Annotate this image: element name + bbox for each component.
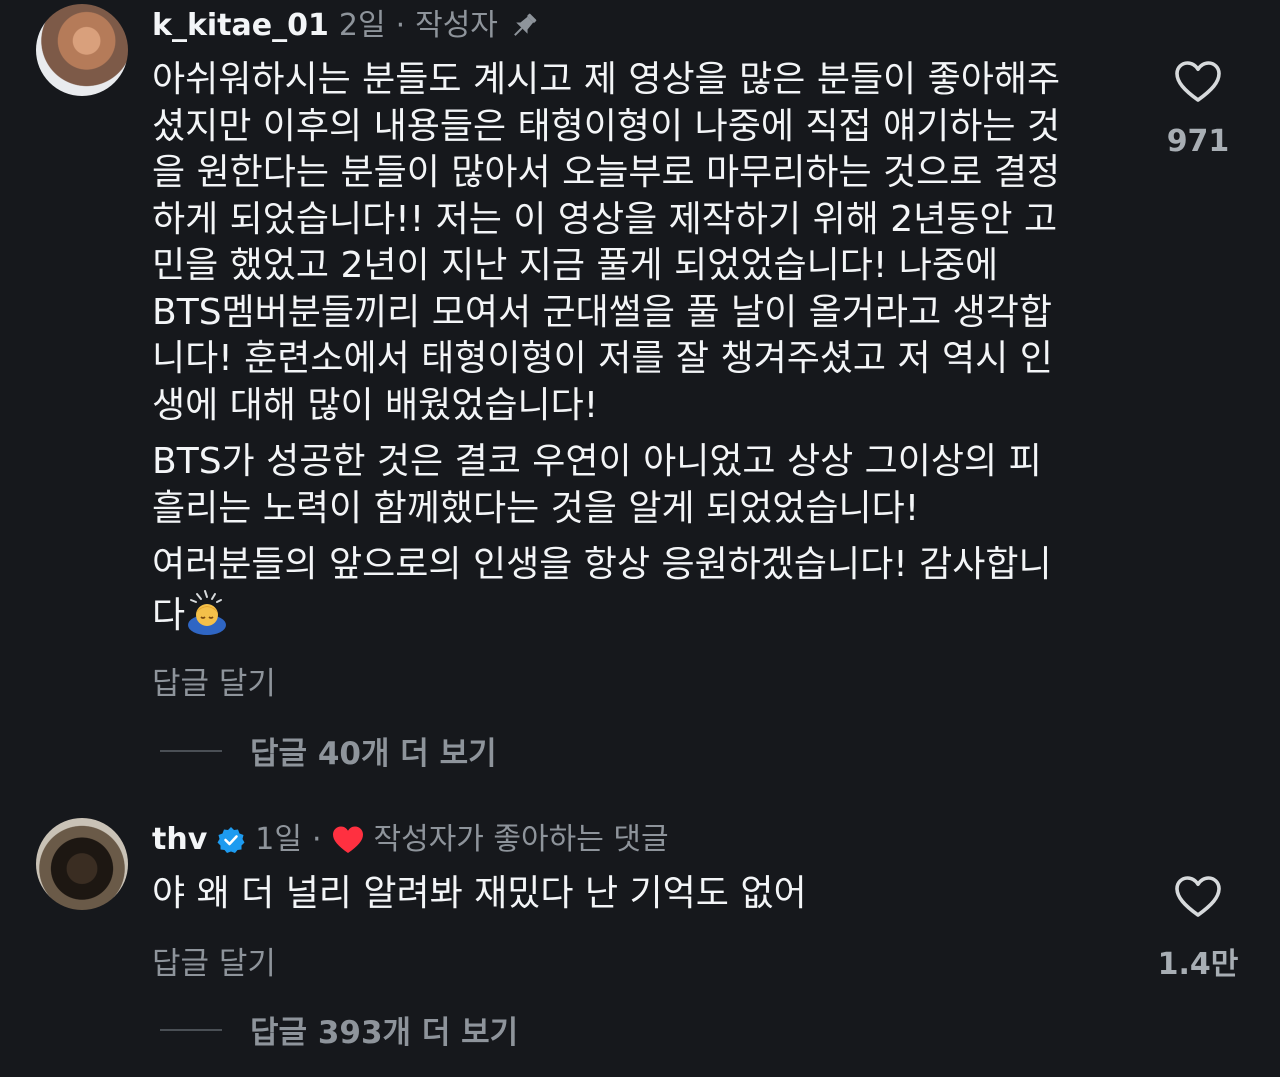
comment-body: 아쉬워하시는 분들도 계시고 제 영상을 많은 분들이 좋아해주 셨지만 이후의… xyxy=(152,57,1122,649)
avatar[interactable] xyxy=(36,818,128,910)
liked-by-author-label: 작성자가 좋아하는 댓글 xyxy=(373,822,669,857)
pin-icon xyxy=(508,10,540,42)
text-line: 하게 되었습니다!! 저는 이 영상을 제작하기 위해 2년동안 고 xyxy=(152,198,1058,240)
divider xyxy=(160,749,222,752)
text-line: 야 왜 더 널리 알려봐 재밌다 난 기억도 없어 xyxy=(152,873,807,914)
text-line: BTS가 성공한 것은 결코 우연이 아니었고 상상 그이상의 피 xyxy=(152,441,1042,482)
divider xyxy=(160,1028,222,1031)
reply-button[interactable]: 답글 달기 xyxy=(152,938,276,983)
like-count: 1.4만 xyxy=(1157,947,1239,982)
view-replies-button[interactable]: 답글 393개 더 보기 xyxy=(160,1007,518,1052)
separator: · xyxy=(395,8,406,43)
red-heart-icon xyxy=(332,825,364,855)
verified-badge-icon xyxy=(217,826,245,854)
paragraph-2: BTS가 성공한 것은 결코 우연이 아니었고 상상 그이상의 피 흘리는 노력… xyxy=(152,439,1122,532)
separator: · xyxy=(311,822,322,857)
like-group: 971 xyxy=(1140,60,1256,159)
text-line: 흘리는 노력이 함께했다는 것을 알게 되었었습니다! xyxy=(152,487,920,529)
like-group: 1.4만 xyxy=(1140,875,1256,983)
text-line: 다 xyxy=(152,589,1122,640)
view-replies-label: 답글 393개 더 보기 xyxy=(250,1015,519,1051)
text-line: 니다! 훈련소에서 태형이형이 저를 잘 챙겨주셨고 저 역시 인 xyxy=(152,338,1053,379)
comment-header: k_kitae_01 2일 · 작성자 xyxy=(152,8,540,44)
text-fragment: 다 xyxy=(152,594,186,636)
bowing-person-emoji xyxy=(185,589,229,635)
text-line: 생에 대해 많이 배웠었습니다! xyxy=(152,384,599,426)
text-line: 여러분들의 앞으로의 인생을 항상 응원하겠습니다! 감사합니 xyxy=(152,544,1052,585)
paragraph-1: 아쉬워하시는 분들도 계시고 제 영상을 많은 분들이 좋아해주 셨지만 이후의… xyxy=(152,57,1122,429)
username[interactable]: thv xyxy=(152,822,207,858)
text-line: 셨지만 이후의 내용들은 태형이형이 나중에 직접 얘기하는 것 xyxy=(152,105,1061,147)
heart-outline-icon[interactable] xyxy=(1174,875,1222,919)
username[interactable]: k_kitae_01 xyxy=(152,8,329,44)
text-line: 민을 했었고 2년이 지난 지금 풀게 되었었습니다! 나중에 xyxy=(152,245,999,286)
comment-body: 야 왜 더 널리 알려봐 재밌다 난 기억도 없어 xyxy=(152,871,1122,918)
view-replies-label: 답글 40개 더 보기 xyxy=(250,736,497,772)
timestamp: 1일 xyxy=(255,822,302,857)
heart-outline-icon[interactable] xyxy=(1174,60,1222,104)
avatar[interactable] xyxy=(36,4,128,96)
view-replies-button[interactable]: 답글 40개 더 보기 xyxy=(160,728,497,773)
paragraph-3: 여러분들의 앞으로의 인생을 항상 응원하겠습니다! 감사합니 다 xyxy=(152,542,1122,639)
text-line: BTS멤버분들끼리 모여서 군대썰을 풀 날이 올거라고 생각합 xyxy=(152,291,1052,333)
text-line: 아쉬워하시는 분들도 계시고 제 영상을 많은 분들이 좋아해주 xyxy=(152,59,1061,100)
like-count: 971 xyxy=(1166,124,1230,159)
reply-button[interactable]: 답글 달기 xyxy=(152,658,276,703)
timestamp: 2일 xyxy=(338,8,386,43)
comment-header: thv 1일 · 작성자가 좋아하는 댓글 xyxy=(152,822,669,858)
text-line: 을 원한다는 분들이 많아서 오늘부로 마무리하는 것으로 결정 xyxy=(152,152,1061,193)
author-label: 작성자 xyxy=(415,8,498,43)
